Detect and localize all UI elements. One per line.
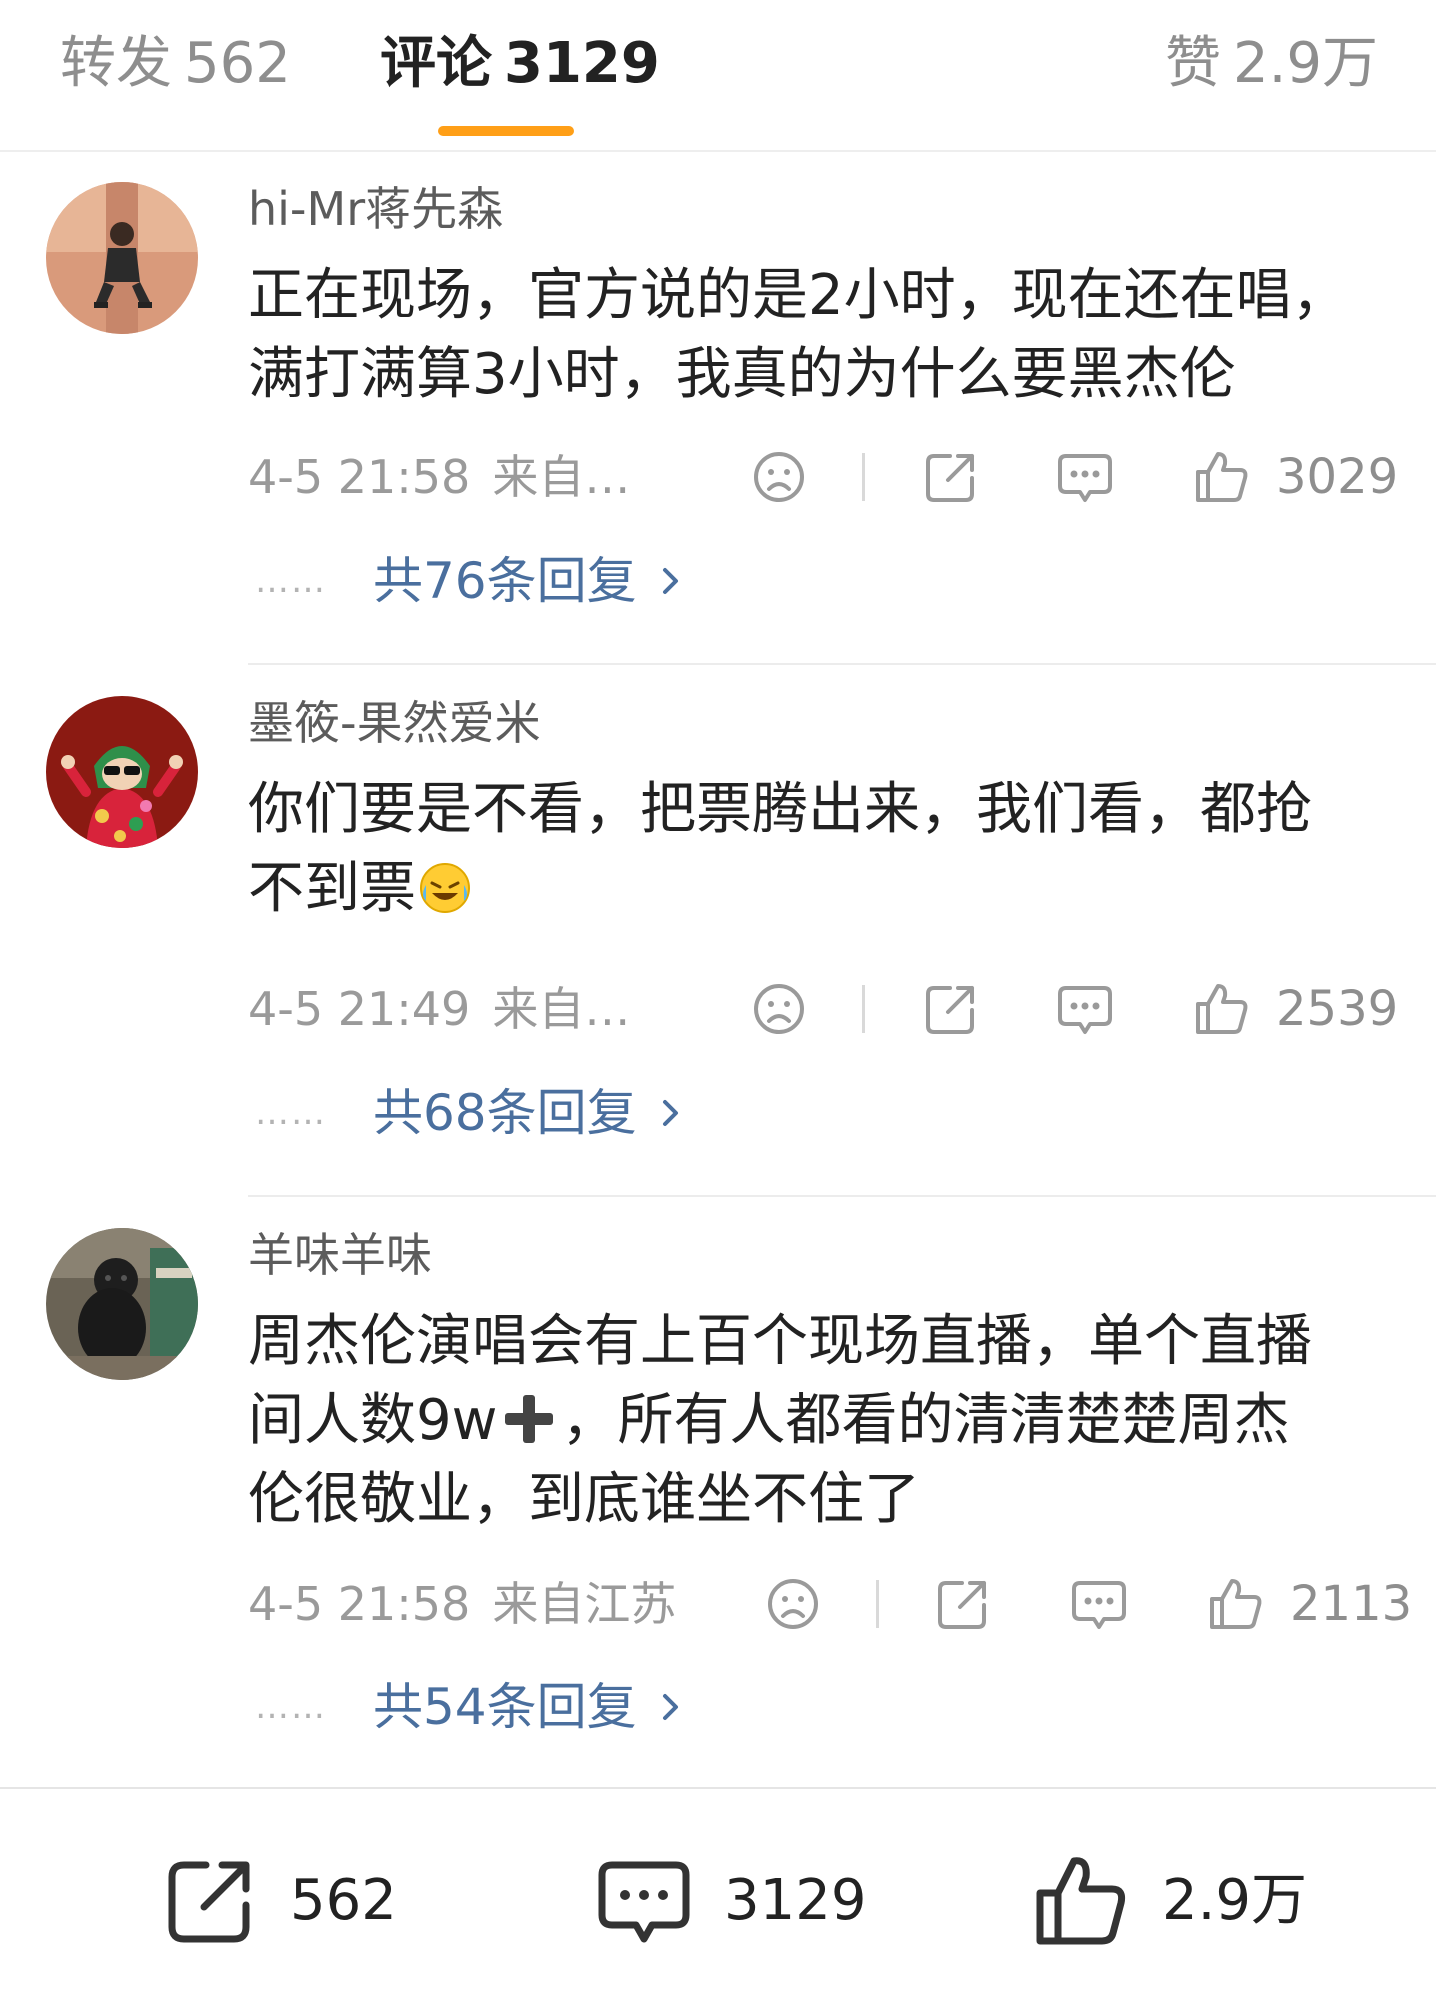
comment-username[interactable]: 羊味羊味 <box>248 1224 432 1286</box>
avatar[interactable] <box>46 1228 198 1380</box>
comment-time: 4-5 21:49 <box>248 982 471 1036</box>
comment-text: 正在现场，官方说的是2小时，现在还在唱， 满打满算3小时，我真的为什么要黑杰伦 <box>248 256 1398 414</box>
speech-bubble-icon[interactable] <box>1054 978 1116 1040</box>
comment-username[interactable]: hi-Mr蒋先森 <box>248 178 503 240</box>
comment-text: 周杰伦演唱会有上百个现场直播，单个直播 间人数9w ，所有人都看的清清楚楚周杰 伦… <box>248 1302 1398 1539</box>
reply-dots: …… <box>255 1093 327 1133</box>
comment-username[interactable]: 墨筱-果然爱米 <box>248 692 541 754</box>
comment-text-line-with-emoji: 不到票 <box>248 849 1398 928</box>
comment-text-line: ，所有人都看的清清楚楚周杰 <box>561 1388 1290 1453</box>
thumbs-up-icon[interactable] <box>1190 446 1252 508</box>
comment-text-line: 正在现场，官方说的是2小时，现在还在唱， <box>248 263 1348 328</box>
repost-count: 562 <box>290 1868 397 1933</box>
comment-item: 羊味羊味 周杰伦演唱会有上百个现场直播，单个直播 间人数9w ，所有人都看的清清楚… <box>0 1196 1436 1783</box>
action-divider <box>862 985 865 1033</box>
comment-text-line: 间人数9w <box>248 1388 498 1453</box>
chevron-right-icon <box>662 568 678 594</box>
share-box-icon[interactable] <box>932 1573 994 1635</box>
frown-face-icon[interactable] <box>762 1573 824 1635</box>
comment-text-line: 伦很敬业，到底谁坐不住了 <box>248 1467 920 1532</box>
tab-likes-count: 2.9万 <box>1232 31 1378 96</box>
comment-text-line-with-emoji: 间人数9w ，所有人都看的清清楚楚周杰 <box>248 1381 1398 1460</box>
chevron-right-icon <box>662 1694 678 1720</box>
action-divider <box>876 1580 879 1628</box>
tab-likes-label: 赞 <box>1164 31 1221 96</box>
comment-tab-bar: 转发 562 评论 3129 赞 2.9万 <box>0 0 1436 152</box>
reply-count: 共54条回复 <box>373 1678 637 1736</box>
comment-item: 墨筱-果然爱米 你们要是不看，把票腾出来，我们看，都抢 不到票 4-5 21:4… <box>0 664 1436 1197</box>
comment-button[interactable]: 3129 <box>594 1851 874 1951</box>
comment-time: 4-5 21:58 <box>248 450 471 504</box>
bottom-action-bar: 562 3129 2.9万 <box>0 1787 1436 1990</box>
tab-reposts-count: 562 <box>184 31 291 96</box>
speech-bubble-icon <box>594 1851 694 1951</box>
tab-likes[interactable]: 赞 2.9万 <box>1165 28 1378 100</box>
share-box-icon[interactable] <box>920 446 982 508</box>
comment-time: 4-5 21:58 <box>248 1577 471 1631</box>
comment-list: hi-Mr蒋先森 正在现场，官方说的是2小时，现在还在唱， 满打满算3小时，我真… <box>0 150 1436 1783</box>
speech-bubble-icon[interactable] <box>1054 446 1116 508</box>
avatar[interactable] <box>46 696 198 848</box>
comment-location: 来自… <box>492 982 631 1036</box>
chevron-right-icon <box>662 1100 678 1126</box>
action-divider <box>862 453 865 501</box>
tab-comments[interactable]: 评论 3129 <box>380 28 660 100</box>
tab-reposts[interactable]: 转发 562 <box>60 28 291 100</box>
avatar[interactable] <box>46 182 198 334</box>
tab-comments-label: 评论 <box>380 31 492 96</box>
like-count: 2539 <box>1276 981 1399 1037</box>
share-box-icon <box>160 1851 260 1951</box>
tab-comments-count: 3129 <box>504 31 660 96</box>
comment-text: 你们要是不看，把票腾出来，我们看，都抢 不到票 <box>248 770 1398 928</box>
comment-meta: 4-5 21:58 来自… <box>248 446 630 508</box>
frown-face-icon[interactable] <box>748 446 810 508</box>
reply-count: 共76条回复 <box>373 552 637 610</box>
like-count-total: 2.9万 <box>1162 1868 1308 1933</box>
comment-meta: 4-5 21:49 来自… <box>248 978 630 1040</box>
active-tab-indicator <box>438 126 574 136</box>
share-box-icon[interactable] <box>920 978 982 1040</box>
thumbs-up-icon[interactable] <box>1204 1573 1266 1635</box>
view-replies-link[interactable]: …… 共54条回复 <box>255 1676 685 1738</box>
comment-text-line: 周杰伦演唱会有上百个现场直播，单个直播 <box>248 1309 1312 1374</box>
comment-text-line: 你们要是不看，把票腾出来，我们看，都抢 <box>248 777 1312 842</box>
speech-bubble-icon[interactable] <box>1068 1573 1130 1635</box>
comment-text-line: 满打满算3小时，我真的为什么要黑杰伦 <box>248 342 1236 407</box>
comment-text-line: 不到票 <box>248 856 416 921</box>
reply-dots: …… <box>255 1687 327 1727</box>
view-replies-link[interactable]: …… 共68条回复 <box>255 1082 685 1144</box>
comment-meta: 4-5 21:58 来自江苏 <box>248 1573 676 1635</box>
like-count: 2113 <box>1290 1576 1413 1632</box>
comment-location: 来自… <box>492 450 631 504</box>
comment-count: 3129 <box>724 1868 867 1933</box>
repost-button[interactable]: 562 <box>160 1851 420 1951</box>
comment-item: hi-Mr蒋先森 正在现场，官方说的是2小时，现在还在唱， 满打满算3小时，我真… <box>0 150 1436 665</box>
thumbs-up-icon <box>1030 1851 1130 1951</box>
frown-face-icon[interactable] <box>748 978 810 1040</box>
laughing-tears-emoji-icon <box>420 863 470 913</box>
like-count: 3029 <box>1276 449 1399 505</box>
tab-reposts-label: 转发 <box>60 31 172 96</box>
view-replies-link[interactable]: …… 共76条回复 <box>255 550 685 612</box>
thumbs-up-icon[interactable] <box>1190 978 1252 1040</box>
comment-location: 来自江苏 <box>492 1577 677 1631</box>
heavy-plus-emoji-icon <box>505 1395 554 1443</box>
reply-dots: …… <box>255 561 327 601</box>
reply-count: 共68条回复 <box>373 1084 637 1142</box>
like-button[interactable]: 2.9万 <box>1030 1851 1330 1951</box>
